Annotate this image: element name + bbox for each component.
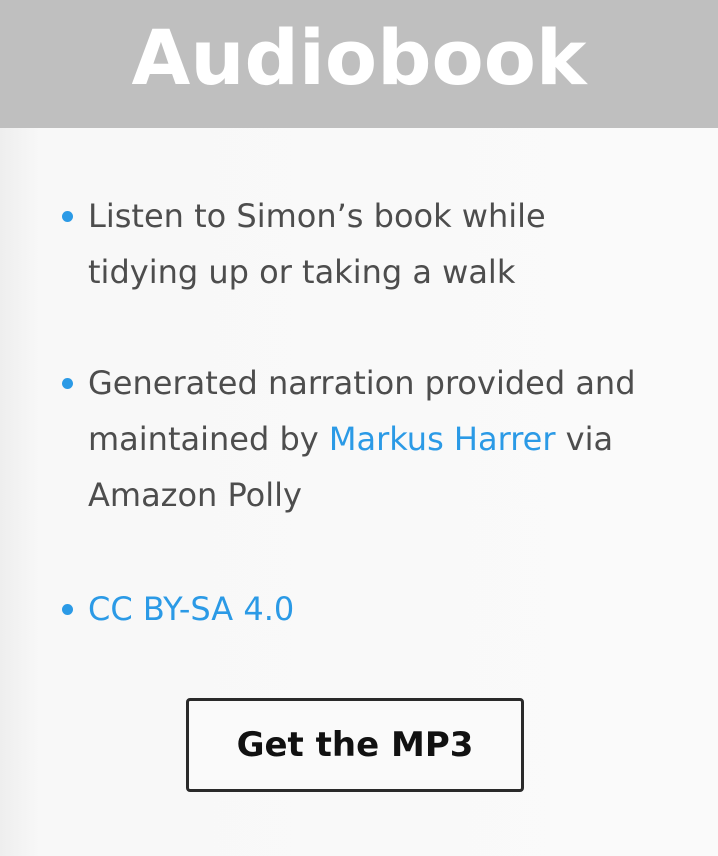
feature-text: Listen to Simon’s book while tidying up … (88, 197, 546, 291)
markus-harrer-link[interactable]: Markus Harrer (329, 420, 556, 458)
license-link[interactable]: CC BY-SA 4.0 (88, 590, 294, 628)
audiobook-card: Audiobook Listen to Simon’s book while t… (0, 0, 718, 856)
feature-item-listen: Listen to Simon’s book while tidying up … (62, 188, 648, 300)
card-header: Audiobook (0, 0, 718, 128)
feature-item-license: CC BY-SA 4.0 (62, 581, 648, 637)
card-title: Audiobook (131, 13, 587, 102)
bullet-dot-icon (62, 211, 73, 222)
feature-item-narration: Generated narration provided and maintai… (62, 355, 648, 523)
bullet-dot-icon (62, 604, 73, 615)
bullet-dot-icon (62, 378, 73, 389)
get-mp3-button[interactable]: Get the MP3 (186, 698, 524, 792)
